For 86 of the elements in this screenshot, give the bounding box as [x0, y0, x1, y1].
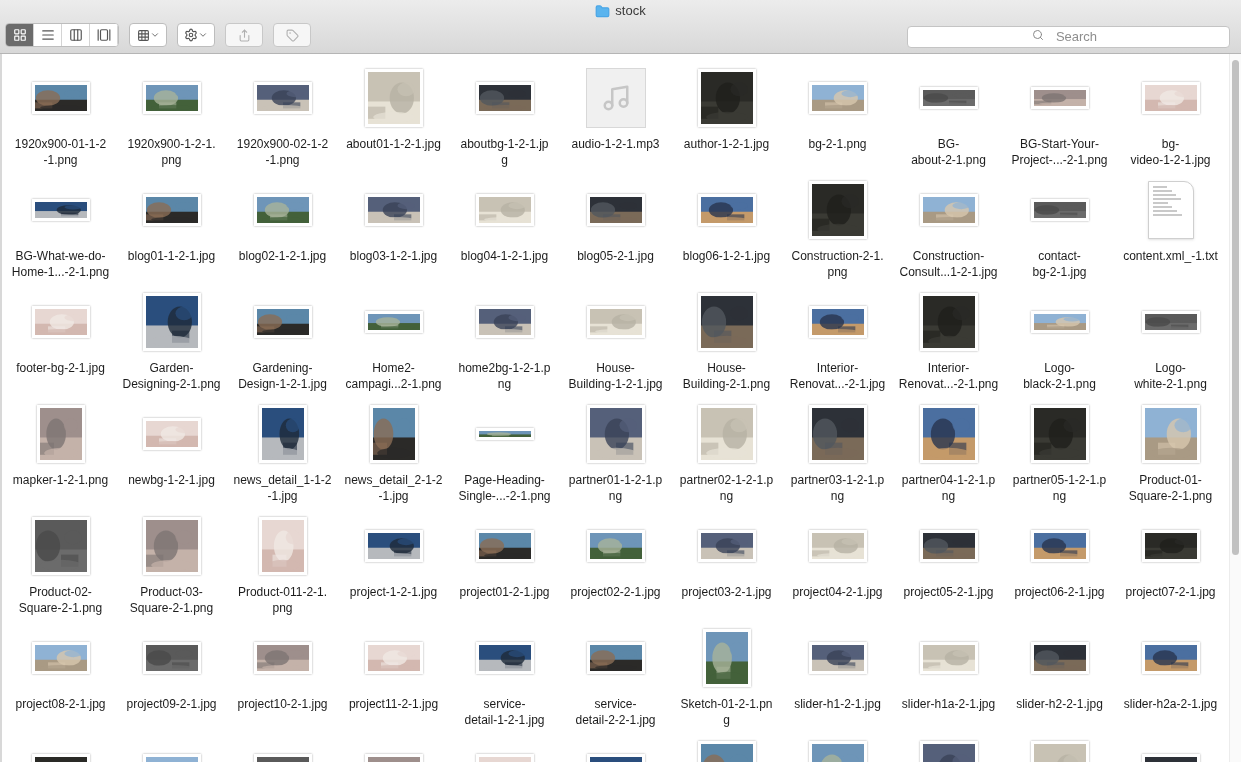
file-name[interactable]: partner04-1-2-1.p ng: [901, 472, 996, 504]
file-name[interactable]: Garden- Designing-2-1.png: [122, 360, 221, 392]
file-name[interactable]: House- Building-1-2-1.jpg: [568, 360, 663, 392]
file-name[interactable]: 1920x900-01-1-2 -1.png: [14, 136, 107, 168]
text-document-icon: [1147, 181, 1194, 239]
file-name[interactable]: project09-2-1.jpg: [126, 696, 217, 712]
file-name[interactable]: footer-bg-2-1.jpg: [16, 360, 105, 376]
gallery-view-icon: [96, 28, 111, 42]
file-name[interactable]: content.xml_-1.txt: [1123, 248, 1218, 264]
file-name[interactable]: blog02-1-2-1.jpg: [238, 248, 327, 264]
chevron-down-icon: [198, 30, 208, 40]
file-name[interactable]: project07-2-1.jpg: [1125, 584, 1216, 600]
file-name[interactable]: project06-2-1.jpg: [1014, 584, 1105, 600]
columns-view-icon: [68, 28, 83, 42]
file-name[interactable]: mapker-1-2-1.png: [12, 472, 109, 488]
group-button[interactable]: [129, 23, 167, 47]
file-name[interactable]: bg-2-1.png: [808, 136, 867, 152]
file-name[interactable]: Logo- black-2-1.png: [1023, 360, 1096, 392]
scrollbar-thumb[interactable]: [1232, 60, 1239, 555]
file-name[interactable]: contact- bg-2-1.jpg: [1032, 248, 1087, 280]
window-title: stock: [615, 2, 646, 21]
settings-icon: [184, 28, 198, 42]
share-icon: [237, 28, 251, 42]
file-name[interactable]: project08-2-1.jpg: [15, 696, 106, 712]
file-name[interactable]: Product-03- Square-2-1.png: [129, 584, 214, 616]
file-name[interactable]: service- detail-2-2-1.jpg: [575, 696, 656, 728]
grid-icon: [136, 28, 150, 42]
view-mode-button[interactable]: [6, 24, 34, 46]
file-name[interactable]: project04-2-1.jpg: [792, 584, 883, 600]
file-name[interactable]: home2bg-1-2-1.p ng: [458, 360, 551, 392]
file-name[interactable]: about01-1-2-1.jpg: [346, 136, 441, 152]
file-name[interactable]: project05-2-1.jpg: [903, 584, 994, 600]
file-name[interactable]: Construction- Consult...1-2-1.jpg: [899, 248, 998, 280]
file-name[interactable]: project01-2-1.jpg: [459, 584, 550, 600]
file-name[interactable]: bg- video-1-2-1.jpg: [1130, 136, 1211, 168]
file-name[interactable]: Sketch-01-2-1.pn g: [680, 696, 773, 728]
file-name[interactable]: blog04-1-2-1.jpg: [460, 248, 549, 264]
search-icon: [1032, 29, 1044, 41]
file-name[interactable]: newbg-1-2-1.jpg: [128, 472, 215, 488]
file-name[interactable]: BG-Start-Your- Project-...-2-1.png: [1011, 136, 1108, 168]
file-name[interactable]: BG- about-2-1.png: [911, 136, 986, 168]
file-name[interactable]: blog05-2-1.jpg: [577, 248, 654, 264]
file-name[interactable]: Gardening- Design-1-2-1.jpg: [238, 360, 327, 392]
file-name[interactable]: House- Building-2-1.png: [682, 360, 771, 392]
file-name[interactable]: project02-2-1.jpg: [570, 584, 661, 600]
music-note-icon: [600, 83, 631, 113]
file-name[interactable]: project03-2-1.jpg: [681, 584, 772, 600]
file-name[interactable]: author-1-2-1.jpg: [683, 136, 770, 152]
file-name[interactable]: 1920x900-02-1-2 -1.png: [236, 136, 329, 168]
file-name[interactable]: Interior- Renovat...-2-1.png: [898, 360, 999, 392]
file-name[interactable]: blog01-1-2-1.jpg: [127, 248, 216, 264]
folder-icon: [595, 3, 611, 19]
file-name[interactable]: blog03-1-2-1.jpg: [349, 248, 438, 264]
file-name[interactable]: project11-2-1.jpg: [348, 696, 439, 712]
file-name[interactable]: slider-h2a-2-1.jpg: [1123, 696, 1218, 712]
search-field[interactable]: Search: [907, 25, 1230, 48]
file-name[interactable]: Product-02- Square-2-1.png: [18, 584, 103, 616]
file-name[interactable]: partner01-1-2-1.p ng: [568, 472, 663, 504]
file-name[interactable]: partner03-1-2-1.p ng: [790, 472, 885, 504]
file-name[interactable]: Logo- white-2-1.png: [1134, 360, 1207, 392]
file-name[interactable]: Product-011-2-1. png: [237, 584, 328, 616]
file-name[interactable]: Home2- campagi...2-1.png: [345, 360, 442, 392]
file-name[interactable]: Interior- Renovat...-2-1.jpg: [789, 360, 886, 392]
file-name[interactable]: aboutbg-1-2-1.jp g: [460, 136, 549, 168]
file-name[interactable]: 1920x900-1-2-1. png: [127, 136, 216, 168]
file-name[interactable]: news_detail_1-1-2 -1.jpg: [233, 472, 332, 504]
file-name[interactable]: Construction-2-1. png: [791, 248, 884, 280]
file-name[interactable]: service- detail-1-2-1.jpg: [464, 696, 545, 728]
icons-view-icon: [12, 28, 27, 42]
file-name[interactable]: Page-Heading- Single-...-2-1.png: [458, 472, 551, 504]
file-name[interactable]: BG-What-we-do- Home-1...-2-1.png: [11, 248, 110, 280]
file-name[interactable]: blog06-1-2-1.jpg: [682, 248, 771, 264]
file-name[interactable]: slider-h1-2-1.jpg: [794, 696, 881, 712]
file-name[interactable]: partner05-1-2-1.p ng: [1012, 472, 1107, 504]
list-view-icon: [40, 28, 55, 42]
file-name[interactable]: project-1-2-1.jpg: [349, 584, 438, 600]
tag-icon: [285, 28, 299, 42]
action-button[interactable]: [177, 23, 215, 47]
file-name[interactable]: slider-h2-2-1.jpg: [1016, 696, 1103, 712]
file-name[interactable]: audio-1-2-1.mp3: [571, 136, 660, 152]
file-name[interactable]: slider-h1a-2-1.jpg: [901, 696, 996, 712]
file-name[interactable]: partner02-1-2-1.p ng: [679, 472, 774, 504]
file-name[interactable]: Product-01- Square-2-1.png: [1128, 472, 1213, 504]
file-name[interactable]: news_detail_2-1-2 -1.jpg: [344, 472, 443, 504]
chevron-down-icon: [149, 30, 160, 40]
file-name[interactable]: project10-2-1.jpg: [237, 696, 328, 712]
